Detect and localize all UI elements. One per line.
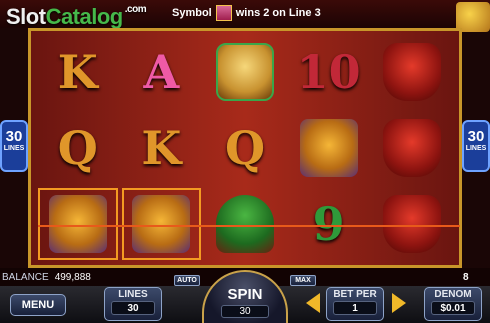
win-message-suffix: wins 2 on Line 3: [235, 7, 321, 19]
win-count: 8: [463, 272, 469, 283]
spin-value: 30: [221, 305, 269, 318]
reel-cell: [370, 186, 454, 262]
win-highlight: [121, 188, 202, 260]
red-bag-icon: [383, 195, 442, 253]
win-message: Symbol wins 2 on Line 3: [172, 5, 321, 21]
tiger-icon: [299, 119, 358, 177]
watermark-brand-a: Slot: [6, 4, 46, 29]
reel-cell: 10: [287, 34, 371, 110]
balance-label: BALANCE: [2, 272, 49, 283]
reel-cell: [370, 110, 454, 186]
red-bag-icon: [383, 119, 442, 177]
payline: [38, 225, 460, 227]
lines-value: 30: [111, 301, 155, 315]
reel-cell: [203, 186, 287, 262]
lines-tag-left-label: LINES: [3, 145, 25, 152]
balance: BALANCE 499,888: [2, 272, 91, 283]
bet-per-control[interactable]: BET PER 1: [326, 287, 384, 321]
reel-cell: [370, 34, 454, 110]
denom-label: DENOM: [434, 289, 472, 300]
card-symbol: A: [143, 45, 180, 99]
lines-tag-right: 30 LINES: [462, 120, 490, 172]
red-bag-icon: [383, 43, 442, 101]
lines-label: LINES: [118, 289, 148, 300]
denom-control[interactable]: DENOM $0.01: [424, 287, 482, 321]
balance-value: 499,888: [54, 272, 91, 283]
lines-tag-right-label: LINES: [465, 145, 487, 152]
watermark: SlotCatalog .com: [6, 4, 147, 30]
watermark-brand-b: Catalog: [45, 4, 124, 29]
win-message-prefix: Symbol: [172, 7, 212, 19]
money-tree-icon: [215, 195, 274, 253]
reel-grid: K A 10 Q K Q 9: [36, 34, 454, 262]
card-symbol: 10: [296, 45, 361, 99]
reel-cell: 9: [287, 186, 371, 262]
bet-value: 1: [333, 301, 377, 315]
lines-tag-left: 30 LINES: [0, 120, 28, 172]
lines-tag-right-value: 30: [467, 128, 485, 145]
bet-decrease-arrow-icon[interactable]: [306, 293, 320, 313]
menu-button[interactable]: MENU: [10, 294, 66, 316]
card-symbol: Q: [57, 121, 98, 175]
reel-cell: [203, 34, 287, 110]
reel-cell: K: [36, 34, 120, 110]
auto-button[interactable]: AUTO: [174, 275, 200, 286]
reel-cell: [36, 186, 120, 262]
max-bet-button[interactable]: MAX: [290, 275, 316, 286]
bet-increase-arrow-icon[interactable]: [392, 293, 406, 313]
card-symbol: K: [141, 121, 182, 175]
reel-cell: Q: [36, 110, 120, 186]
lines-control[interactable]: LINES 30: [104, 287, 162, 321]
reel-cell: Q: [203, 110, 287, 186]
reel-cell: K: [120, 110, 204, 186]
watermark-tld: .com: [124, 4, 147, 15]
lines-tag-left-value: 30: [5, 128, 23, 145]
card-symbol: K: [57, 45, 98, 99]
reel-cell: A: [120, 34, 204, 110]
symbol-icon: [215, 5, 232, 21]
lucky-cat-icon: [215, 43, 274, 101]
card-symbol: 9: [312, 197, 345, 251]
reel-cell: [287, 110, 371, 186]
bet-label: BET PER: [333, 289, 377, 300]
spin-label: SPIN: [227, 286, 263, 303]
card-symbol: Q: [224, 121, 266, 175]
win-highlight: [38, 188, 118, 260]
denom-value: $0.01: [431, 301, 475, 315]
reel-cell: [120, 186, 204, 262]
